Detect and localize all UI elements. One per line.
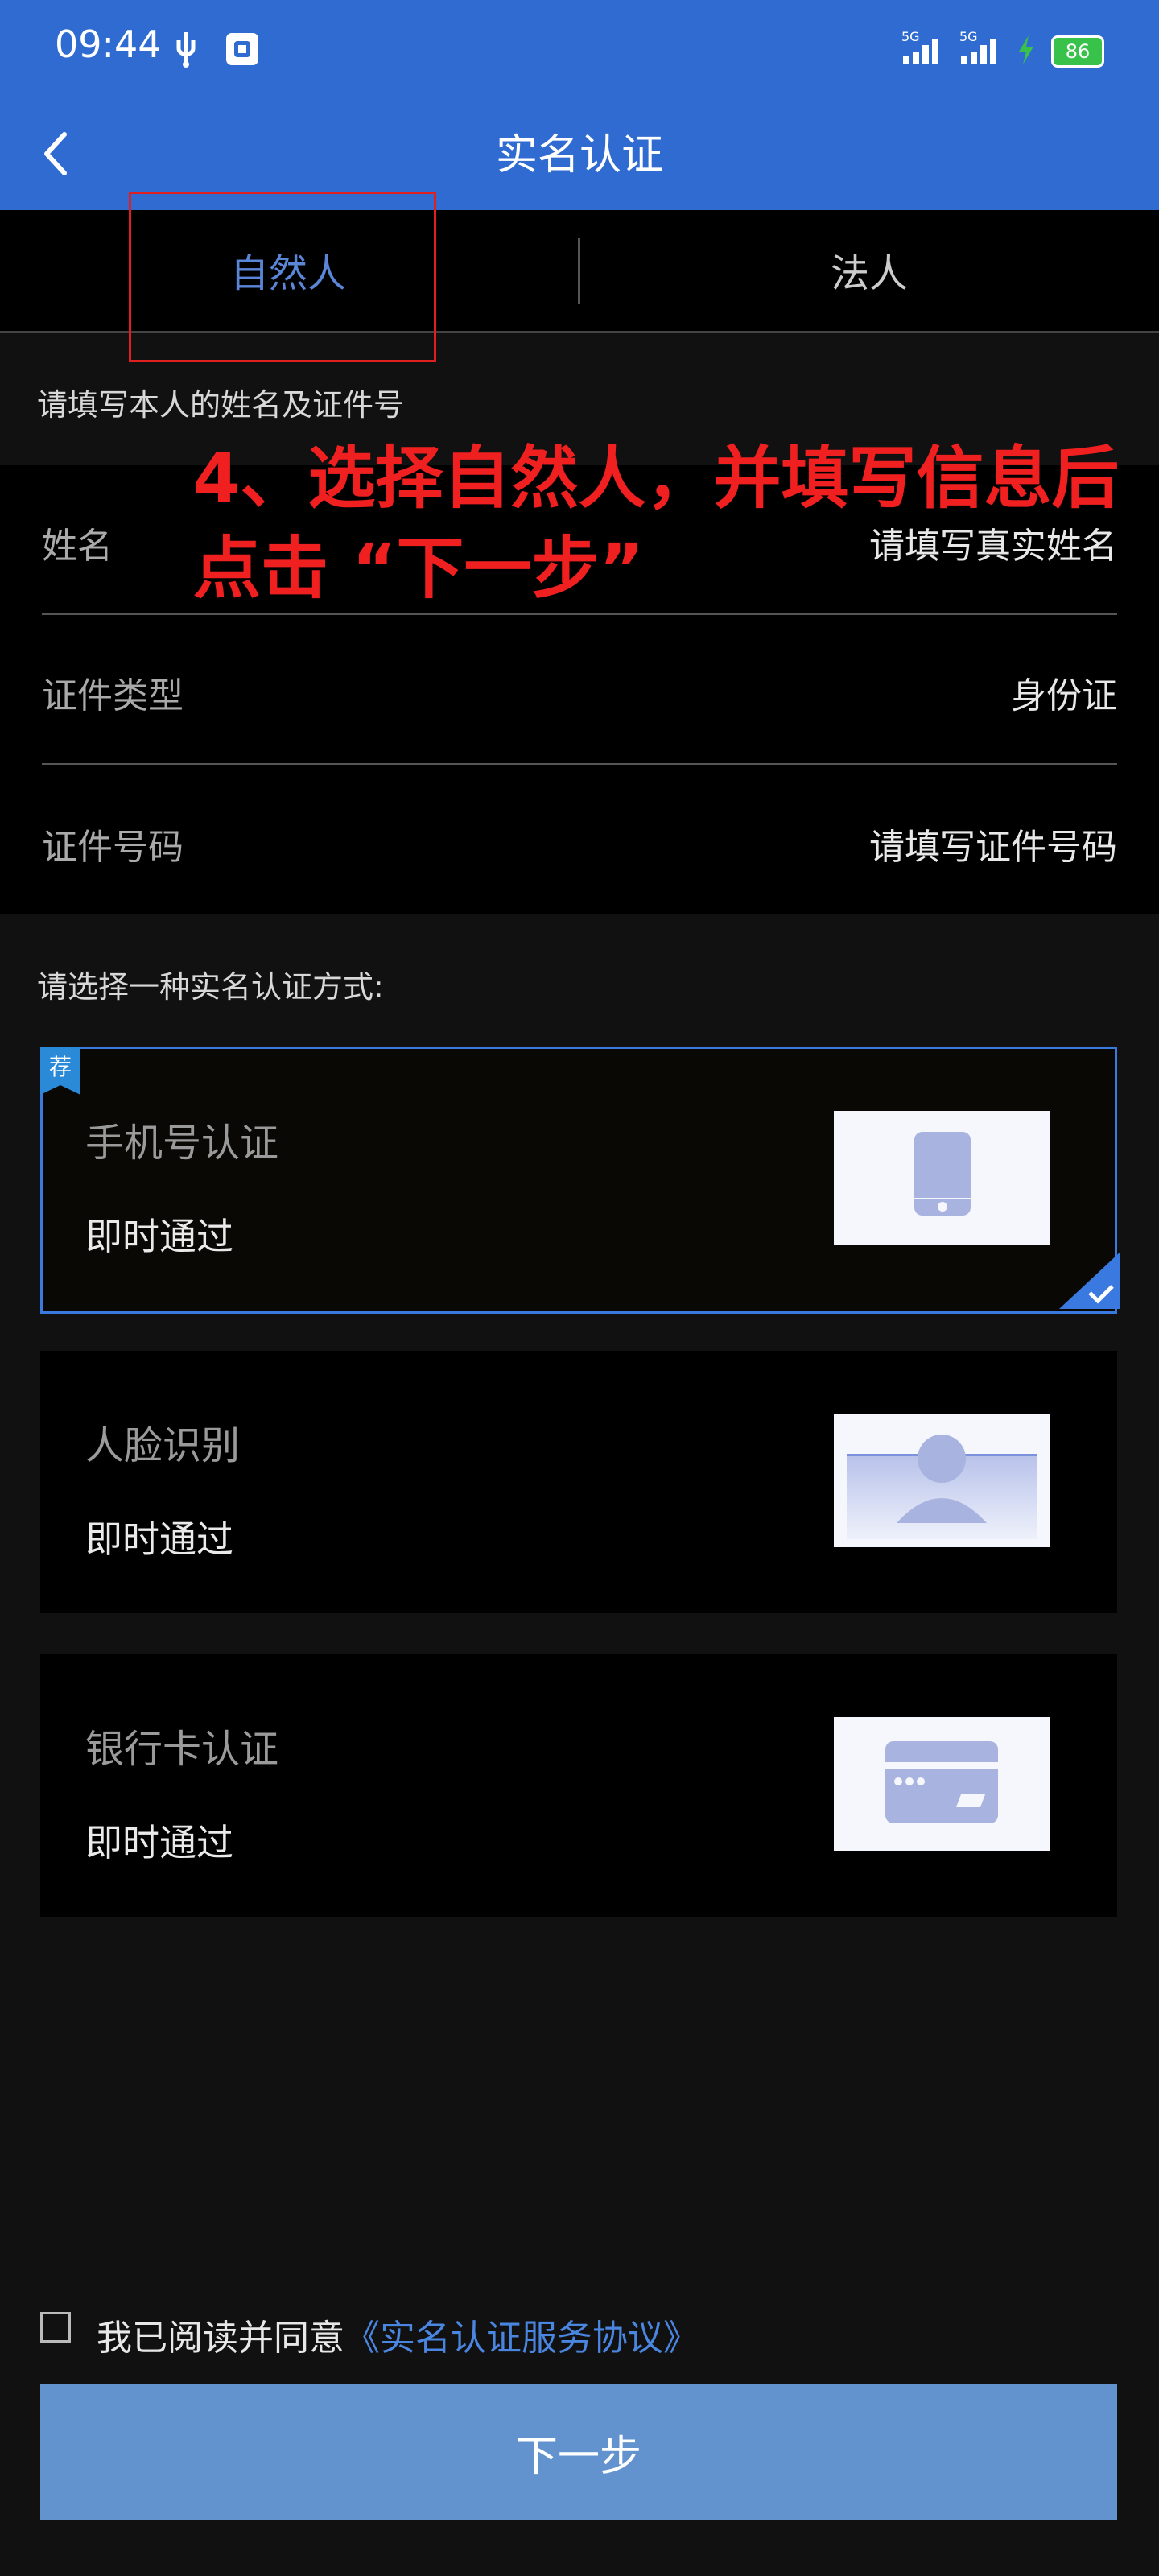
usb-icon — [176, 32, 196, 68]
row-divider — [42, 763, 1117, 765]
phone-icon — [834, 1111, 1050, 1245]
method-subtitle: 即时通过 — [85, 1821, 233, 1864]
method-title: 手机号认证 — [85, 1121, 279, 1166]
charging-icon — [1019, 35, 1033, 64]
id-number-label: 证件号码 — [42, 827, 184, 868]
row-divider — [42, 613, 1117, 615]
annotation-highlight-box — [129, 192, 436, 362]
selected-check-icon — [1059, 1253, 1120, 1309]
signal-icon-2 — [961, 39, 996, 64]
method-subtitle: 即时通过 — [85, 1215, 233, 1258]
id-number-input[interactable]: 请填写证件号码 — [869, 818, 1117, 869]
bank-card-icon — [834, 1717, 1050, 1851]
status-time: 09:44 — [55, 23, 162, 66]
id-type-select[interactable]: 身份证 — [1011, 667, 1117, 718]
tab-divider — [578, 238, 580, 304]
agreement-link[interactable]: 《实名认证服务协议》 — [344, 2318, 699, 2359]
agreement-text: 我已阅读并同意《实名认证服务协议》 — [97, 2309, 699, 2360]
page-title: 实名认证 — [495, 131, 663, 180]
annotation-line-1: 4、选择自然人，并填写信息后 — [193, 439, 1120, 518]
recommend-badge: 荐 — [48, 1054, 72, 1080]
annotation-line-2: 点击 “下一步” — [193, 529, 644, 608]
form-hint: 请填写本人的姓名及证件号 — [37, 387, 405, 423]
instruction-annotation: 4、选择自然人，并填写信息后 点击 “下一步” — [193, 433, 1119, 613]
method-prompt: 请选择一种实名认证方式: — [37, 969, 384, 1005]
battery-indicator: 86 — [1051, 35, 1104, 68]
tab-legal-person[interactable]: 法人 — [588, 242, 1151, 298]
id-type-label: 证件类型 — [42, 675, 184, 716]
signal-icon-1 — [903, 39, 938, 64]
notification-app-icon — [226, 33, 258, 65]
agreement-prefix: 我已阅读并同意 — [97, 2318, 344, 2359]
name-label: 姓名 — [42, 526, 113, 567]
method-subtitle: 即时通过 — [85, 1517, 233, 1561]
next-step-button[interactable]: 下一步 — [40, 2384, 1117, 2520]
agreement-checkbox[interactable] — [40, 2312, 71, 2343]
face-icon — [834, 1414, 1050, 1547]
method-title: 银行卡认证 — [85, 1727, 279, 1772]
method-title: 人脸识别 — [85, 1423, 241, 1468]
